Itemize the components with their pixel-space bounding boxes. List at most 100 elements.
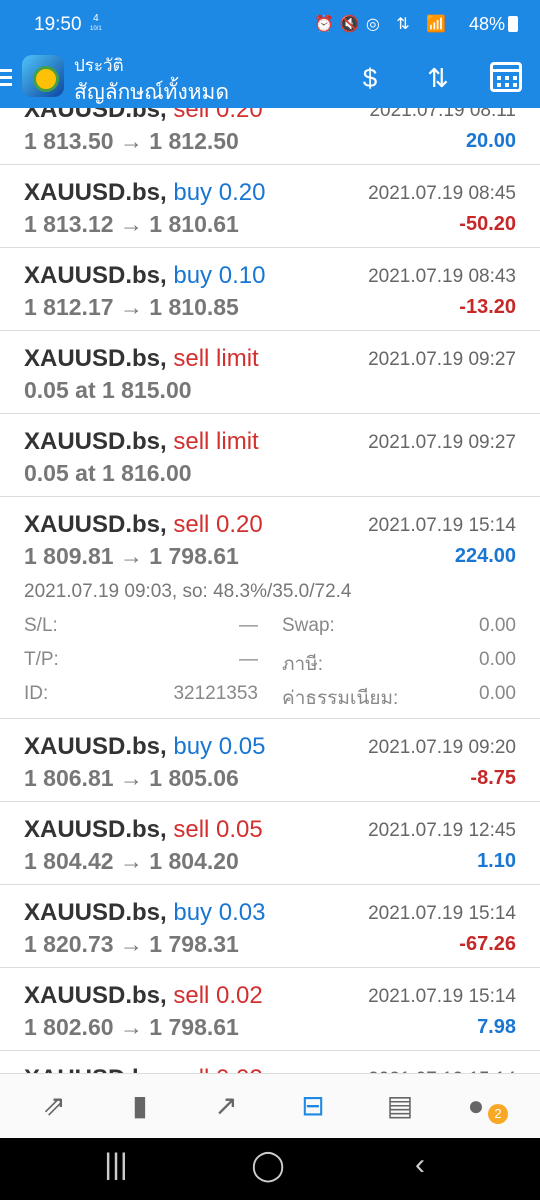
- deal-symbol: XAUUSD.bs, buy 0.10: [24, 262, 265, 290]
- deal-type: sell 0.20: [173, 108, 263, 123]
- swap-value: 0.00: [479, 615, 516, 636]
- menu-icon[interactable]: [0, 66, 14, 90]
- tax-label: ภาษี:: [282, 654, 323, 675]
- deal-type: sell limit: [173, 345, 259, 372]
- deal-profit: 224.00: [454, 545, 516, 567]
- history-list[interactable]: XAUUSD.bs, sell 0.20 2021.07.19 08:11 1 81…: [0, 108, 540, 1073]
- deal-time: 2021.07.19 15:14: [368, 903, 516, 924]
- quotes-icon[interactable]: ⇗: [34, 1086, 74, 1126]
- sl-label: S/L:: [24, 615, 58, 636]
- deal-prices: 1 813.50 → 1 812.50: [24, 128, 239, 154]
- deal-prices: 1 809.81 → 1 798.61: [24, 543, 239, 569]
- deal-time: 2021.07.19 08:45: [368, 183, 516, 204]
- trade-icon[interactable]: ↗: [206, 1086, 246, 1126]
- deal-profit: -67.26: [459, 933, 516, 955]
- calendar-icon[interactable]: [490, 62, 522, 92]
- status-date-day: 4: [93, 13, 99, 24]
- deal-type: sell 0.20: [173, 511, 263, 538]
- deal-row[interactable]: XAUUSD.bs, sell 0.022021.07.19 15:14: [0, 1051, 540, 1073]
- deal-type: buy 0.20: [173, 179, 266, 206]
- status-bar: 19:50 4 10/1 ⏰🔇◎ ⇅ 📶 48%: [0, 0, 540, 52]
- deal-symbol-text: XAUUSD.bs,: [24, 1065, 167, 1073]
- deal-row[interactable]: XAUUSD.bs, buy 0.03 2021.07.19 15:14 1 820…: [0, 885, 540, 968]
- home-icon[interactable]: ◯: [248, 1148, 288, 1183]
- detail-row-sl-swap: S/L: — Swap: 0.00: [24, 615, 516, 641]
- tax-value: 0.00: [479, 649, 516, 670]
- deal-row[interactable]: XAUUSD.bs, sell 0.20 2021.07.19 08:11 1 81…: [0, 108, 540, 165]
- deal-profit: 7.98: [477, 1016, 516, 1038]
- app-logo: [22, 55, 64, 97]
- deal-profit: -8.75: [470, 767, 516, 789]
- status-date-month: 10/1: [90, 26, 102, 32]
- deal-symbol: XAUUSD.bs, sell limit: [24, 428, 259, 456]
- deal-time: 2021.07.19 08:43: [368, 266, 516, 287]
- app-bar: ประวัติ สัญลักษณ์ทั้งหมด $ ⇅: [0, 52, 540, 108]
- deal-symbol-text: XAUUSD.bs,: [24, 816, 167, 843]
- deal-symbol: XAUUSD.bs, sell 0.05: [24, 816, 263, 844]
- id-value: 32121353: [173, 683, 258, 704]
- recent-apps-icon[interactable]: |||: [96, 1148, 136, 1182]
- deal-symbol: XAUUSD.bs, buy 0.20: [24, 179, 265, 207]
- deal-symbol: XAUUSD.bs, buy 0.03: [24, 899, 265, 927]
- sort-icon[interactable]: ⇅: [418, 60, 458, 96]
- deal-profit: -50.20: [459, 213, 516, 235]
- status-icons: ⏰🔇◎ ⇅ 📶: [313, 16, 452, 33]
- deal-prices: 1 802.60 → 1 798.61: [24, 1014, 239, 1040]
- status-time: 19:50: [34, 14, 82, 35]
- id-label: ID:: [24, 683, 49, 704]
- deal-profit: 1.10: [477, 850, 516, 872]
- deal-type: sell limit: [173, 428, 259, 455]
- battery-indicator: 48%: [469, 14, 518, 35]
- sl-value: —: [239, 615, 258, 636]
- deal-prices: 1 804.42 → 1 804.20: [24, 848, 239, 874]
- deal-detail-line: 2021.07.19 09:03, so: 48.3%/35.0/72.4: [24, 581, 352, 602]
- page-subtitle: ประวัติ: [74, 56, 124, 75]
- dollar-exchange-icon[interactable]: $: [350, 60, 390, 96]
- deal-row[interactable]: XAUUSD.bs, sell limit 2021.07.19 09:27 0.0…: [0, 414, 540, 497]
- battery-icon: [508, 16, 518, 32]
- deal-symbol: XAUUSD.bs, sell 0.20: [24, 511, 263, 539]
- history-icon[interactable]: ⊟: [293, 1086, 333, 1126]
- fee-value: 0.00: [479, 683, 516, 704]
- deal-row[interactable]: XAUUSD.bs, buy 0.20 2021.07.19 08:45 1 813…: [0, 165, 540, 248]
- deal-row[interactable]: XAUUSD.bs, sell 0.05 2021.07.19 12:45 1 80…: [0, 802, 540, 885]
- deal-row[interactable]: XAUUSD.bs, sell 0.02 2021.07.19 15:14 1 80…: [0, 968, 540, 1051]
- status-date-badge: 4 10/1: [90, 14, 102, 34]
- deal-prices: 1 813.12 → 1 810.61: [24, 211, 239, 237]
- deal-row[interactable]: XAUUSD.bs, sell 0.20 2021.07.19 15:14 1 80…: [0, 497, 540, 719]
- deal-row[interactable]: XAUUSD.bs, sell limit 2021.07.19 09:27 0.0…: [0, 331, 540, 414]
- deal-type: buy 0.03: [173, 899, 266, 926]
- deal-time: 2021.07.19 09:27: [368, 349, 516, 370]
- deal-symbol-text: XAUUSD.bs,: [24, 982, 167, 1009]
- swap-label: Swap:: [282, 615, 335, 636]
- chat-badge: 2: [488, 1104, 508, 1124]
- battery-percent: 48%: [468, 14, 505, 34]
- deal-type: sell 0.02: [173, 1065, 262, 1073]
- deal-symbol: XAUUSD.bs, sell 0.02: [24, 982, 263, 1010]
- back-icon[interactable]: ‹: [400, 1148, 440, 1182]
- news-icon[interactable]: ▤: [380, 1086, 420, 1126]
- deal-symbol: XAUUSD.bs, sell 0.20: [24, 108, 263, 124]
- deal-type: buy 0.10: [173, 262, 266, 289]
- deal-time: 2021.07.19 08:11: [369, 108, 516, 121]
- deal-symbol-text: XAUUSD.bs,: [24, 428, 167, 455]
- deal-symbol-text: XAUUSD.bs,: [24, 899, 167, 926]
- deal-prices: 0.05 at 1 815.00: [24, 377, 192, 403]
- deal-time: 2021.07.19 09:20: [368, 737, 516, 758]
- chart-icon[interactable]: ▮: [120, 1086, 160, 1126]
- deal-row[interactable]: XAUUSD.bs, buy 0.10 2021.07.19 08:43 1 812…: [0, 248, 540, 331]
- deal-prices: 1 806.81 → 1 805.06: [24, 765, 239, 791]
- deal-symbol-text: XAUUSD.bs,: [24, 733, 167, 760]
- deal-type: buy 0.05: [173, 733, 266, 760]
- symbol-filter-title[interactable]: สัญลักษณ์ทั้งหมด: [74, 76, 229, 109]
- deal-row[interactable]: XAUUSD.bs, buy 0.05 2021.07.19 09:20 1 806…: [0, 719, 540, 802]
- deal-type: sell 0.02: [173, 982, 263, 1009]
- fee-label: ค่าธรรมเนียม:: [282, 688, 399, 709]
- deal-symbol-text: XAUUSD.bs,: [24, 179, 167, 206]
- deal-profit: 20.00: [465, 130, 516, 152]
- bottom-navigation: ⇗ ▮ ↗ ⊟ ▤ ● 2: [0, 1073, 540, 1138]
- detail-row-tp-tax: T/P: — ภาษี: 0.00: [24, 649, 516, 675]
- deal-prices: 1 820.73 → 1 798.31: [24, 931, 239, 957]
- deal-symbol-text: XAUUSD.bs,: [24, 345, 167, 372]
- deal-prices: 0.05 at 1 816.00: [24, 460, 192, 486]
